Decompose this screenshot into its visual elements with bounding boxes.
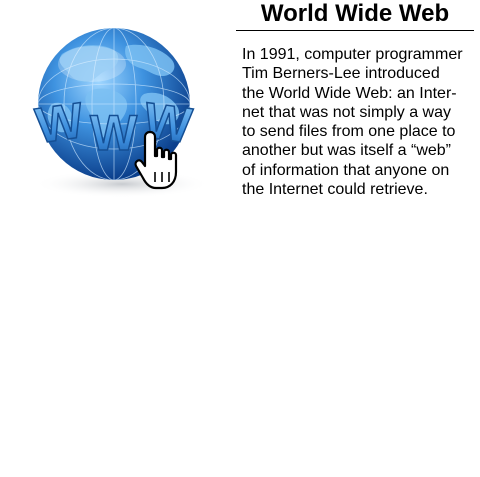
body-line: to send files from one place to [242,123,456,141]
body-line: another but was itself a “web” [242,142,451,160]
globe-highlight [58,46,126,82]
letter-w-2: W [90,105,138,161]
article: World Wide Web In 1991, computer program… [236,0,480,199]
letter-w-1: W [32,92,87,154]
body-line: In 1991, computer programmer [242,46,463,63]
article-title: World Wide Web [236,0,474,31]
body-line: the World Wide Web: an Inter- [242,84,457,102]
body-line: of information that anyone on [242,161,450,179]
body-line: Tim Berners-Lee introduced [242,65,440,83]
www-globe-illustration: W W W [22,24,222,200]
body-line: the Internet could retrieve. [242,181,428,199]
globe-icon: W W W [31,28,210,198]
article-body: In 1991, computer programmer Tim Berners… [236,31,480,199]
body-line: net that was not simply a way [242,103,451,121]
